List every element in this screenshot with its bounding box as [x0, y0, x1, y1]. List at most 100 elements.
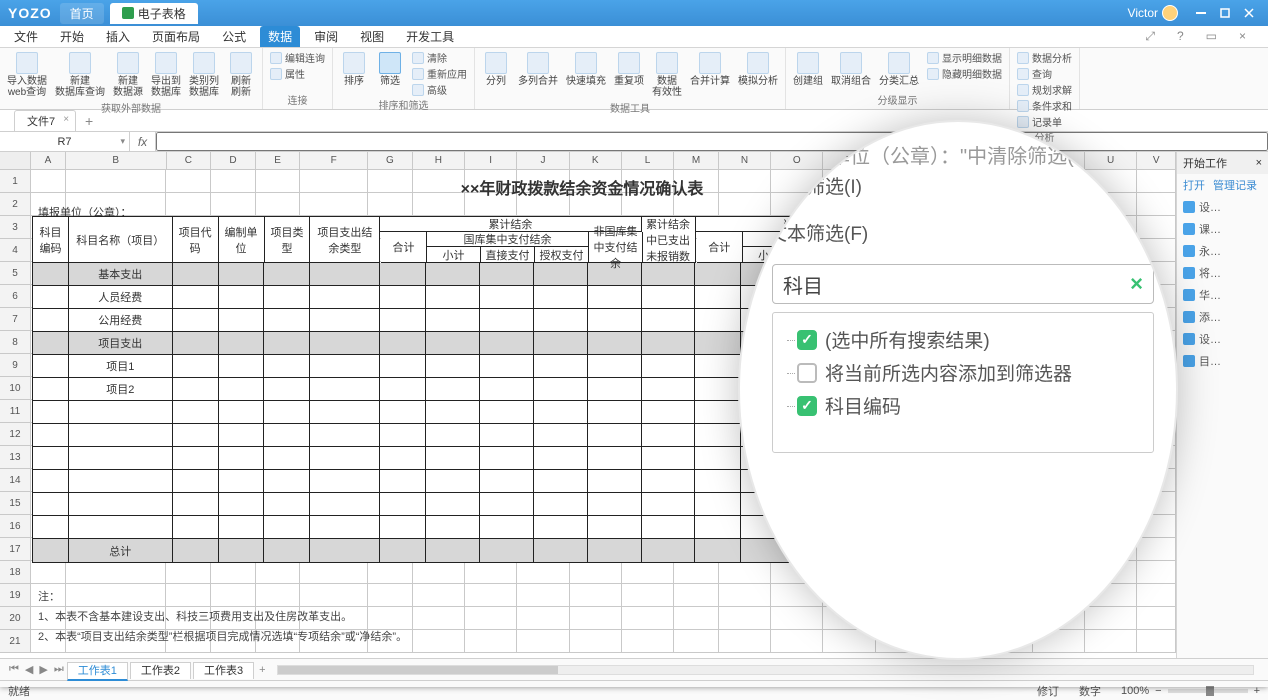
column-header[interactable]: D	[211, 152, 256, 169]
row-header[interactable]: 10	[0, 377, 31, 400]
cell[interactable]	[1137, 561, 1176, 584]
filter-option-select-all[interactable]: (选中所有搜索结果)	[783, 323, 1143, 356]
row-header[interactable]: 5	[0, 262, 31, 285]
select-all-corner[interactable]	[0, 152, 31, 169]
checkbox-unchecked-icon[interactable]	[797, 363, 817, 383]
cell[interactable]	[570, 630, 622, 653]
row-header[interactable]: 3	[0, 216, 31, 239]
sheet-nav-next[interactable]: ▶	[39, 663, 47, 676]
ribbon-btn[interactable]: 分类汇总	[876, 50, 922, 89]
ribbon-small-item[interactable]: 记录单	[1014, 114, 1075, 129]
cell[interactable]	[66, 584, 167, 607]
document-type-tab[interactable]: 电子表格	[110, 3, 198, 24]
column-header[interactable]: J	[517, 152, 569, 169]
row-header[interactable]: 14	[0, 469, 31, 492]
row-header[interactable]: 13	[0, 446, 31, 469]
menu-开发工具[interactable]: 开发工具	[398, 26, 462, 47]
zoom-slider[interactable]	[1168, 689, 1248, 693]
menu-插入[interactable]: 插入	[98, 26, 138, 47]
cell[interactable]	[1085, 630, 1137, 653]
help-icon[interactable]: ?	[1169, 27, 1192, 46]
column-header[interactable]: A	[31, 152, 66, 169]
checkbox-checked-icon[interactable]	[797, 396, 817, 416]
cell[interactable]	[674, 561, 719, 584]
cell[interactable]	[368, 561, 413, 584]
maximize-button[interactable]	[1214, 4, 1236, 22]
cell[interactable]	[166, 561, 211, 584]
sheet-nav-last[interactable]: ⏭	[54, 663, 64, 676]
cell[interactable]	[300, 584, 368, 607]
name-box[interactable]: R7 ▾	[0, 132, 130, 151]
cell[interactable]	[570, 584, 622, 607]
cell[interactable]	[771, 607, 823, 630]
zoom-out-icon[interactable]: −	[1155, 685, 1161, 697]
ribbon-btn[interactable]: 创建组	[790, 50, 826, 89]
cell[interactable]	[1137, 584, 1176, 607]
ribbon-btn[interactable]: 新建 数据库查询	[52, 50, 108, 100]
row-header[interactable]: 21	[0, 630, 31, 653]
cell[interactable]	[465, 630, 517, 653]
sheet-nav-first[interactable]: ⏮	[9, 663, 19, 676]
ribbon-btn[interactable]: 分列	[479, 50, 513, 100]
ribbon-btn[interactable]: 快速填充	[563, 50, 609, 100]
cell[interactable]	[256, 561, 301, 584]
cell[interactable]	[1137, 607, 1176, 630]
ribbon-small-item[interactable]: 编辑连询	[267, 50, 328, 65]
cell[interactable]	[465, 607, 517, 630]
task-pane-item[interactable]: 添…	[1177, 306, 1268, 328]
row-header[interactable]: 15	[0, 492, 31, 515]
cell[interactable]	[66, 561, 167, 584]
cell[interactable]	[300, 561, 368, 584]
cell[interactable]	[719, 607, 771, 630]
cell[interactable]	[1137, 630, 1176, 653]
cell[interactable]	[517, 630, 569, 653]
cell[interactable]	[719, 561, 771, 584]
formula-input[interactable]	[156, 132, 1268, 151]
menu-公式[interactable]: 公式	[214, 26, 254, 47]
row-header[interactable]: 16	[0, 515, 31, 538]
cell[interactable]	[622, 607, 674, 630]
document-tab[interactable]: 文件7 ×	[14, 110, 76, 131]
cell[interactable]	[674, 584, 719, 607]
cell[interactable]	[413, 561, 465, 584]
ribbon-collapse-icon[interactable]: ⤢	[1137, 27, 1163, 46]
row-header[interactable]: 7	[0, 308, 31, 331]
row-header[interactable]: 9	[0, 354, 31, 377]
column-header[interactable]: B	[66, 152, 167, 169]
clear-search-icon[interactable]: ×	[1130, 271, 1143, 297]
cell[interactable]	[31, 561, 66, 584]
cell[interactable]	[719, 630, 771, 653]
cell[interactable]	[413, 584, 465, 607]
row-header[interactable]: 19	[0, 584, 31, 607]
ribbon-btn[interactable]: 重复项	[611, 50, 647, 100]
horizontal-scrollbar[interactable]	[277, 665, 1254, 675]
cell[interactable]	[517, 561, 569, 584]
cell[interactable]	[211, 561, 256, 584]
task-link-manage[interactable]: 管理记录	[1213, 177, 1257, 193]
cell[interactable]	[368, 607, 413, 630]
task-pane-item[interactable]: 目…	[1177, 350, 1268, 372]
ribbon-min-icon[interactable]: ▭	[1198, 27, 1225, 46]
task-pane-item[interactable]: 设…	[1177, 328, 1268, 350]
cell[interactable]	[674, 607, 719, 630]
ribbon-btn[interactable]: 刷新 刷新	[224, 50, 258, 100]
ribbon-small-item[interactable]: 属性	[267, 66, 328, 81]
row-header[interactable]: 2	[0, 193, 31, 216]
ribbon-btn[interactable]: 类别列 数据库	[186, 50, 222, 100]
column-header[interactable]: M	[674, 152, 719, 169]
menu-视图[interactable]: 视图	[352, 26, 392, 47]
cell[interactable]	[517, 584, 569, 607]
status-edit-mode[interactable]: 修订	[1037, 683, 1059, 699]
task-pane-item[interactable]: 华…	[1177, 284, 1268, 306]
column-header[interactable]: G	[368, 152, 413, 169]
row-header[interactable]: 18	[0, 561, 31, 584]
cell[interactable]	[413, 607, 465, 630]
cell[interactable]	[517, 607, 569, 630]
sheet-tab[interactable]: 工作表1	[67, 662, 128, 681]
task-pane-item[interactable]: 将…	[1177, 262, 1268, 284]
cell[interactable]	[622, 561, 674, 584]
filter-search-input[interactable]	[783, 273, 1130, 296]
sheet-tab[interactable]: 工作表2	[130, 662, 191, 679]
ribbon-btn[interactable]: 合并计算	[687, 50, 733, 100]
ribbon-small-item[interactable]: 高级	[409, 82, 470, 97]
